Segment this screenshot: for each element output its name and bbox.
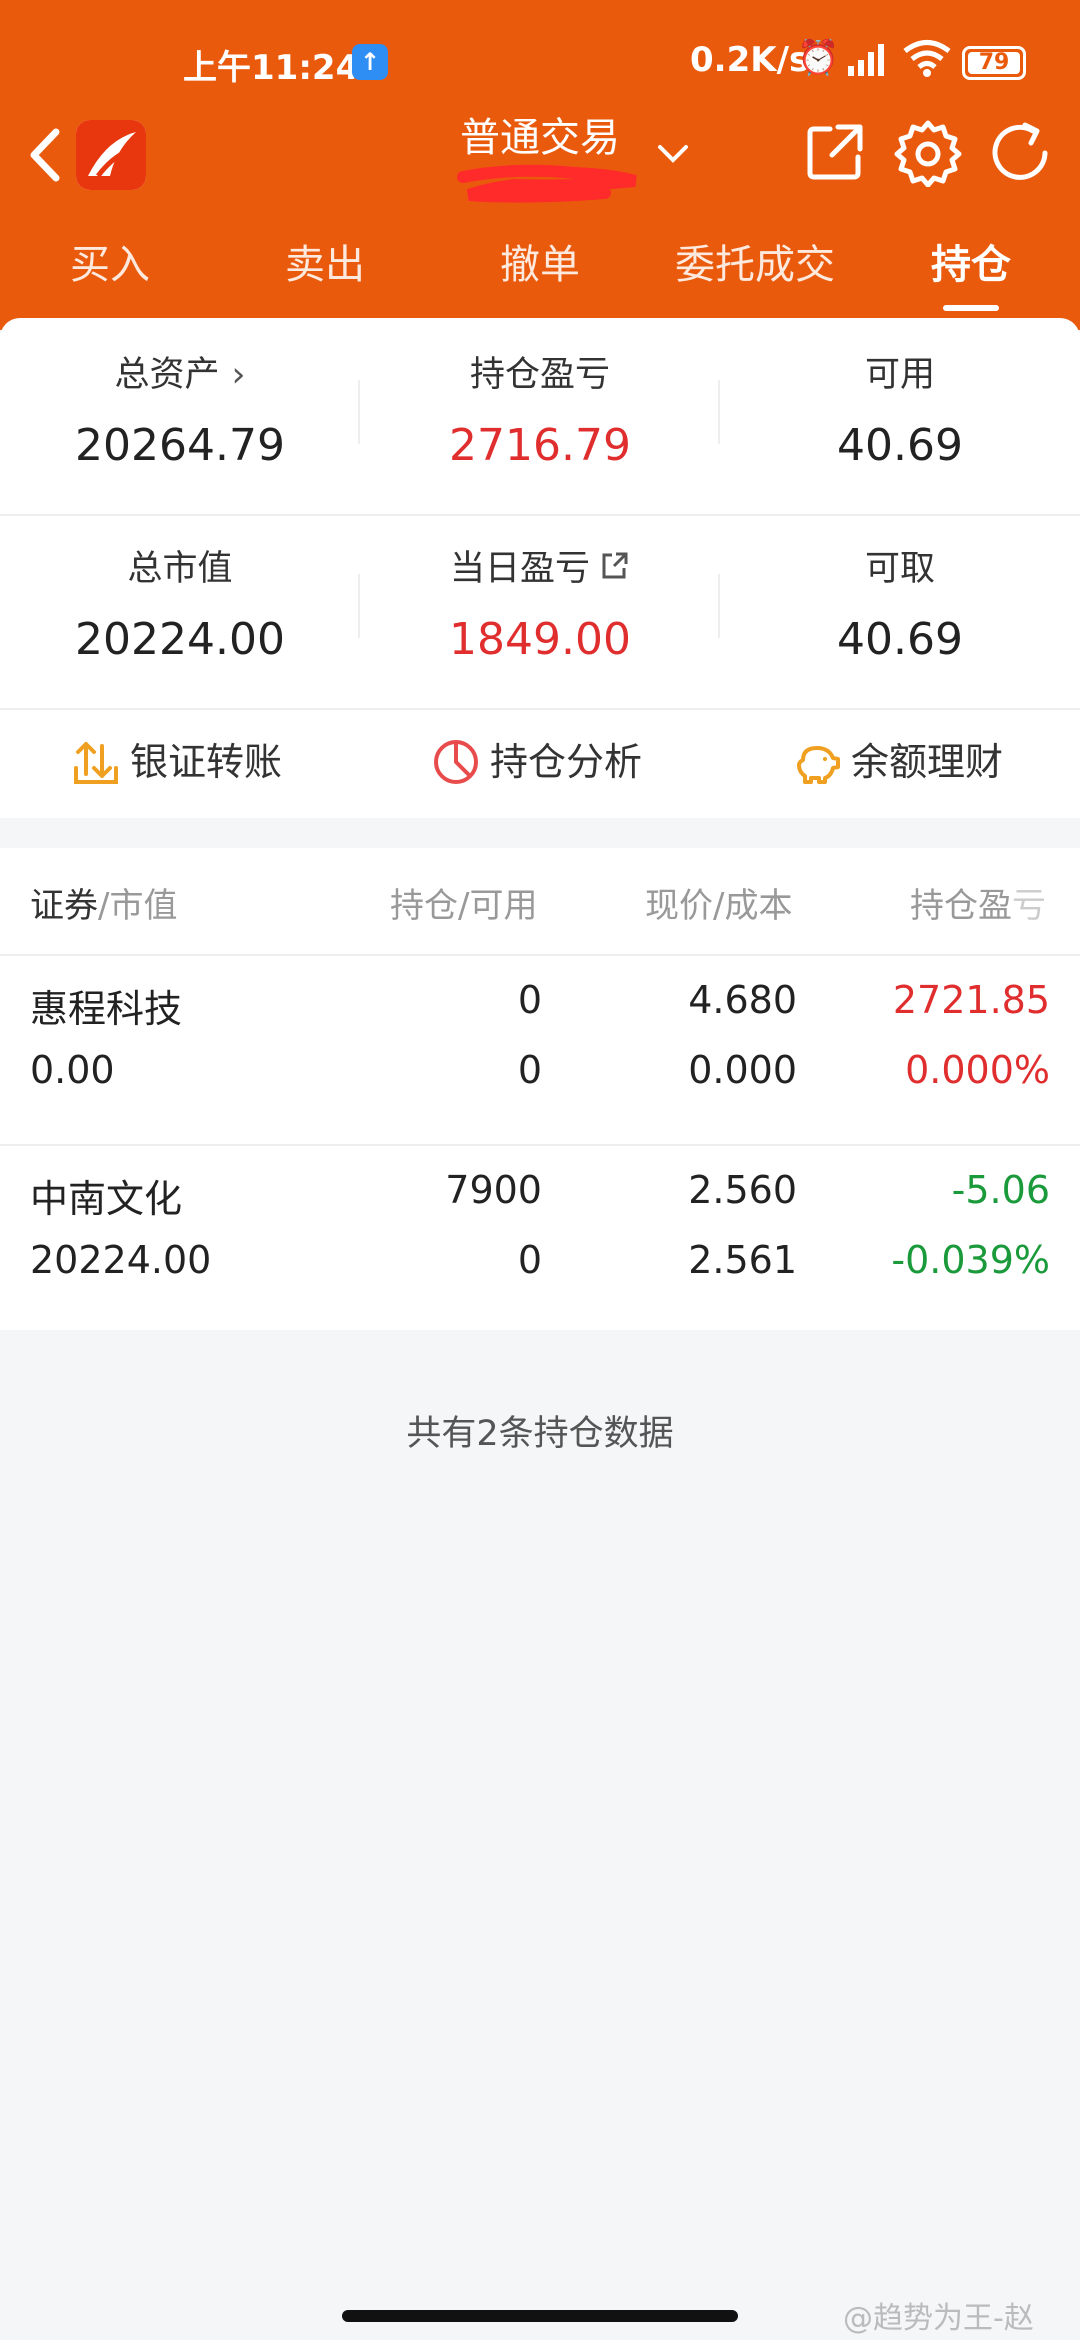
upload-icon: ↑ xyxy=(352,44,388,80)
security-name: 中南文化 xyxy=(30,1177,183,1221)
position-pnl: 2721.85 xyxy=(892,978,1050,1022)
total-assets-label: 总资产 xyxy=(114,355,220,395)
quick-actions: 银证转账 持仓分析 余额理财 xyxy=(0,710,1080,815)
security-name: 惠程科技 xyxy=(30,987,183,1031)
alarm-icon: ⏰ xyxy=(797,38,840,78)
chevron-right-icon: › xyxy=(231,355,246,395)
position-analysis-button[interactable]: 持仓分析 xyxy=(432,730,672,794)
nav-bar: 普通交易 xyxy=(0,95,1080,215)
tab-orders[interactable]: 委托成交 xyxy=(665,235,845,305)
header-price: 现价/成本 xyxy=(645,886,793,926)
current-price: 2.560 xyxy=(688,1168,797,1212)
daily-pnl-stat[interactable]: 当日盈亏 1849.00 xyxy=(360,544,720,672)
market-value: 0.00 xyxy=(30,1048,115,1092)
bank-transfer-label: 银证转账 xyxy=(130,740,283,784)
market-value: 20224.00 xyxy=(30,1238,212,1282)
positions-count-text: 共有2条持仓数据 xyxy=(406,1414,674,1454)
home-indicator[interactable] xyxy=(342,2310,738,2322)
total-assets-stat[interactable]: 总资产 › 20264.79 xyxy=(0,350,360,478)
available-stat: 可用 40.69 xyxy=(720,350,1080,478)
cost-price: 0.000 xyxy=(688,1048,797,1092)
status-time: 上午11:24 xyxy=(183,48,360,88)
position-pnl-pct: -0.039% xyxy=(891,1238,1050,1282)
export-icon[interactable] xyxy=(800,117,870,187)
withdrawable-value: 40.69 xyxy=(837,614,963,665)
market-value-stat: 总市值 20224.00 xyxy=(0,544,360,672)
trade-tabs: 买入 卖出 撤单 委托成交 持仓 xyxy=(0,235,1080,315)
position-pnl-label: 持仓盈亏 xyxy=(469,355,610,395)
tab-buy[interactable]: 买入 xyxy=(55,235,165,305)
signal-icon xyxy=(848,44,884,76)
daily-pnl-label: 当日盈亏 xyxy=(449,549,590,589)
active-tab-indicator xyxy=(943,305,999,311)
watermark: @趋势为王-赵 xyxy=(843,2301,1034,2336)
available-qty: 0 xyxy=(517,1238,542,1282)
available-value: 40.69 xyxy=(837,420,963,471)
header-pnl: 持仓盈亏 xyxy=(910,878,1046,927)
position-qty: 0 xyxy=(517,978,542,1022)
position-pnl-value: 2716.79 xyxy=(449,420,631,471)
refresh-icon[interactable] xyxy=(985,117,1055,187)
network-speed: 0.2K/s xyxy=(690,40,810,80)
app-header: 上午11:24 ↑ 0.2K/s ⏰ 79 普通交易 买入 卖出 撤单 委托成交… xyxy=(0,0,1080,330)
withdrawable-label: 可取 xyxy=(864,549,935,589)
header-position: 持仓/可用 xyxy=(390,886,538,926)
header-security-label: 证券 xyxy=(30,886,98,926)
tab-cancel[interactable]: 撤单 xyxy=(485,235,595,305)
positions-table: 证券/市值 持仓/可用 现价/成本 持仓盈亏 惠程科技 0.00 0 0 4.6… xyxy=(0,848,1080,1330)
position-pnl-stat: 持仓盈亏 2716.79 xyxy=(360,350,720,478)
cost-price: 2.561 xyxy=(688,1238,797,1282)
current-price: 4.680 xyxy=(688,978,797,1022)
table-row[interactable]: 惠程科技 0.00 0 0 4.680 0.000 2721.85 0.000% xyxy=(0,956,1080,1146)
header-pnl-label: 持仓盈 xyxy=(910,886,1012,926)
position-analysis-label: 持仓分析 xyxy=(490,740,643,784)
market-value-value: 20224.00 xyxy=(75,614,285,665)
battery-icon: 79 xyxy=(962,46,1026,80)
market-value-label: 总市值 xyxy=(127,549,233,589)
table-row[interactable]: 中南文化 20224.00 7900 0 2.560 2.561 -5.06 -… xyxy=(0,1146,1080,1336)
external-link-icon xyxy=(602,552,628,579)
total-assets-value: 20264.79 xyxy=(75,420,285,471)
tab-positions[interactable]: 持仓 xyxy=(915,235,1027,305)
balance-wealth-label: 余额理财 xyxy=(851,740,1004,784)
withdrawable-stat: 可取 40.69 xyxy=(720,544,1080,672)
battery-level: 79 xyxy=(978,50,1010,75)
position-qty: 7900 xyxy=(445,1168,542,1212)
back-icon[interactable] xyxy=(20,120,70,190)
app-logo[interactable] xyxy=(76,120,146,190)
header-pnl-label-end: 亏 xyxy=(1012,886,1046,926)
pie-chart-icon xyxy=(434,740,478,784)
bank-transfer-button[interactable]: 银证转账 xyxy=(72,730,312,794)
available-qty: 0 xyxy=(517,1048,542,1092)
position-pnl: -5.06 xyxy=(951,1168,1050,1212)
position-pnl-pct: 0.000% xyxy=(905,1048,1050,1092)
page-title[interactable]: 普通交易 xyxy=(440,105,640,163)
gear-icon[interactable] xyxy=(893,117,963,187)
wifi-icon xyxy=(903,40,951,77)
account-redaction xyxy=(457,164,637,203)
header-market-value-label: /市值 xyxy=(98,886,178,926)
daily-pnl-value: 1849.00 xyxy=(449,614,631,665)
available-label: 可用 xyxy=(864,355,935,395)
tab-sell[interactable]: 卖出 xyxy=(270,235,380,305)
header-security: 证券/市值 xyxy=(30,878,177,927)
status-bar: 上午11:24 ↑ 0.2K/s ⏰ 79 xyxy=(0,30,1080,94)
transfer-icon xyxy=(74,742,118,784)
chevron-down-icon[interactable] xyxy=(650,133,696,173)
piggy-bank-icon xyxy=(797,746,840,784)
row-divider xyxy=(0,514,1080,516)
balance-wealth-button[interactable]: 余额理财 xyxy=(793,730,1033,794)
table-header: 证券/市值 持仓/可用 现价/成本 持仓盈亏 xyxy=(0,848,1080,956)
